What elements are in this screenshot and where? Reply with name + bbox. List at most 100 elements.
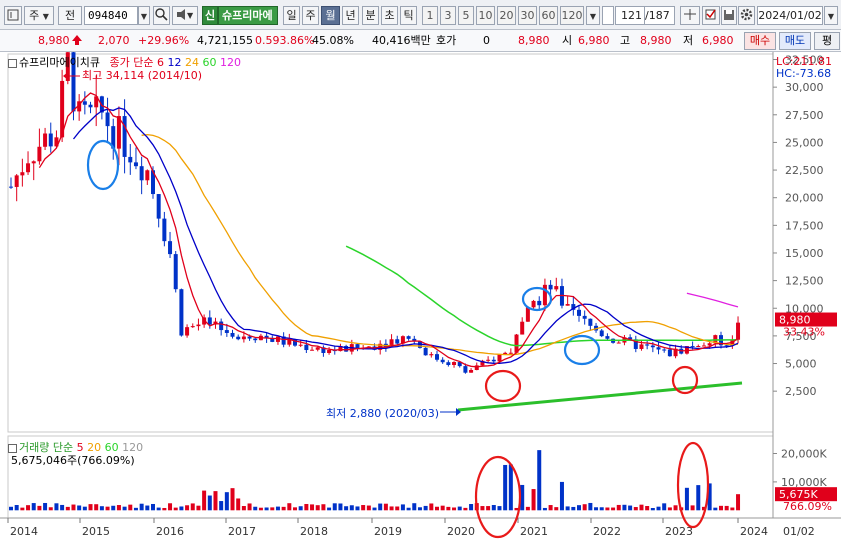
volume-bar bbox=[310, 504, 315, 511]
candle-body bbox=[508, 352, 513, 354]
svg-text:▼: ▼ bbox=[187, 11, 194, 20]
volume-bar bbox=[298, 506, 303, 511]
stock-code-input[interactable] bbox=[84, 6, 138, 25]
prev-button[interactable]: 전 bbox=[58, 6, 82, 25]
period-tab-week[interactable]: 주 bbox=[302, 6, 319, 25]
stock-chart-svg[interactable]: 32,50030,00027,50025,00022,50020,00017,5… bbox=[0, 52, 841, 542]
volume-bar bbox=[304, 503, 309, 511]
year-label: 2015 bbox=[82, 525, 110, 538]
volume-bar bbox=[571, 506, 576, 511]
interval-120[interactable]: 120 bbox=[560, 6, 584, 25]
volume-bar bbox=[213, 491, 218, 511]
price-tick-label: 22,500 bbox=[785, 164, 824, 177]
interval-1[interactable]: 1 bbox=[422, 6, 438, 25]
volume-bar bbox=[281, 506, 286, 511]
speaker-icon[interactable]: ▼ bbox=[172, 6, 198, 25]
year-label: 2018 bbox=[300, 525, 328, 538]
save-icon[interactable] bbox=[721, 6, 737, 25]
candle-body bbox=[133, 162, 138, 167]
volume-bar bbox=[395, 506, 400, 511]
volume-bar bbox=[594, 507, 599, 511]
interval-10[interactable]: 10 bbox=[476, 6, 495, 25]
candle-body bbox=[196, 324, 201, 327]
candle-body bbox=[37, 146, 42, 162]
buy-button[interactable]: 매수 bbox=[744, 32, 776, 50]
year-label: 2017 bbox=[228, 525, 256, 538]
calendar-dropdown-icon[interactable]: ▼ bbox=[824, 6, 838, 25]
date-input[interactable]: 2024/01/02 bbox=[757, 6, 823, 25]
volume-bar bbox=[253, 506, 258, 511]
candle-body bbox=[469, 369, 474, 373]
period-tab-day[interactable]: 일 bbox=[283, 6, 300, 25]
volume-bar bbox=[656, 506, 661, 511]
volume-bar bbox=[241, 506, 246, 511]
period-tab-second[interactable]: 초 bbox=[381, 6, 398, 25]
volume-tick-label: 10,000K bbox=[781, 476, 827, 489]
chart-icon[interactable] bbox=[4, 6, 22, 25]
period-tab-month[interactable]: 월 bbox=[321, 6, 340, 25]
open-label: 시 bbox=[562, 34, 573, 47]
volume-bar bbox=[173, 507, 178, 511]
page-input[interactable]: 121 bbox=[615, 6, 645, 25]
candle-body bbox=[645, 344, 650, 346]
period-tab-minute[interactable]: 분 bbox=[362, 6, 379, 25]
eval-button[interactable]: 평 bbox=[814, 32, 840, 50]
interval-dropdown-icon[interactable]: ▼ bbox=[586, 6, 600, 25]
volume-bar bbox=[185, 505, 190, 511]
volume-bar bbox=[423, 505, 428, 511]
volume-bar bbox=[628, 505, 633, 511]
gear-icon[interactable] bbox=[738, 6, 755, 25]
price-tick-label: 15,000 bbox=[785, 247, 824, 260]
candle-body bbox=[173, 254, 178, 290]
period-tab-year[interactable]: 년 bbox=[342, 6, 359, 25]
candle-body bbox=[435, 354, 439, 360]
candle-body bbox=[537, 300, 542, 306]
volume-bar bbox=[133, 507, 138, 511]
candle-body bbox=[736, 322, 741, 340]
panel-menu-icon[interactable] bbox=[8, 58, 17, 68]
volume-bar bbox=[179, 506, 184, 511]
candle-body bbox=[696, 346, 701, 348]
candle-body bbox=[582, 315, 587, 319]
interval-20[interactable]: 20 bbox=[497, 6, 516, 25]
volume-bar bbox=[508, 464, 513, 511]
volume-bar bbox=[525, 506, 530, 511]
volume-bar bbox=[48, 507, 53, 511]
crosshair-icon[interactable] bbox=[680, 6, 700, 25]
candle-body bbox=[497, 354, 502, 362]
candle-body bbox=[429, 354, 434, 356]
candle-body bbox=[26, 163, 31, 173]
sell-button[interactable]: 매도 bbox=[779, 32, 811, 50]
search-icon[interactable] bbox=[153, 6, 170, 25]
candle-body bbox=[253, 338, 258, 341]
volume-bar bbox=[247, 503, 252, 511]
interval-5[interactable]: 5 bbox=[458, 6, 474, 25]
volume-bar bbox=[503, 464, 508, 511]
stock-code-field[interactable] bbox=[85, 7, 137, 24]
ma12-label: 12 bbox=[167, 56, 182, 69]
code-dropdown-icon[interactable]: ▼ bbox=[138, 6, 150, 25]
interval-30[interactable]: 30 bbox=[518, 6, 537, 25]
volume-bar bbox=[151, 503, 155, 511]
interval-3[interactable]: 3 bbox=[440, 6, 456, 25]
volume-bar bbox=[736, 494, 741, 511]
candle-body bbox=[616, 342, 621, 344]
volume-menu-icon[interactable] bbox=[8, 443, 17, 453]
checkbox-icon[interactable] bbox=[702, 6, 720, 25]
interval-60[interactable]: 60 bbox=[539, 6, 558, 25]
market-select[interactable]: 주 ▼ bbox=[24, 6, 54, 25]
volume-bar bbox=[406, 507, 411, 511]
interval-blank[interactable] bbox=[602, 6, 614, 25]
volume-bar bbox=[287, 503, 292, 511]
volume-bar bbox=[236, 498, 241, 511]
high-annotation: 최고 34,114 (2014/10) bbox=[82, 69, 203, 82]
volume-bar bbox=[429, 503, 434, 511]
volume-bar bbox=[486, 506, 491, 511]
volume-bar bbox=[383, 503, 388, 511]
period-tab-tick[interactable]: 틱 bbox=[400, 6, 417, 25]
volume-bar bbox=[264, 507, 269, 511]
candle-body bbox=[9, 186, 13, 188]
candle-body bbox=[82, 101, 87, 105]
volume-bar bbox=[611, 507, 616, 511]
candle-body bbox=[179, 289, 184, 336]
